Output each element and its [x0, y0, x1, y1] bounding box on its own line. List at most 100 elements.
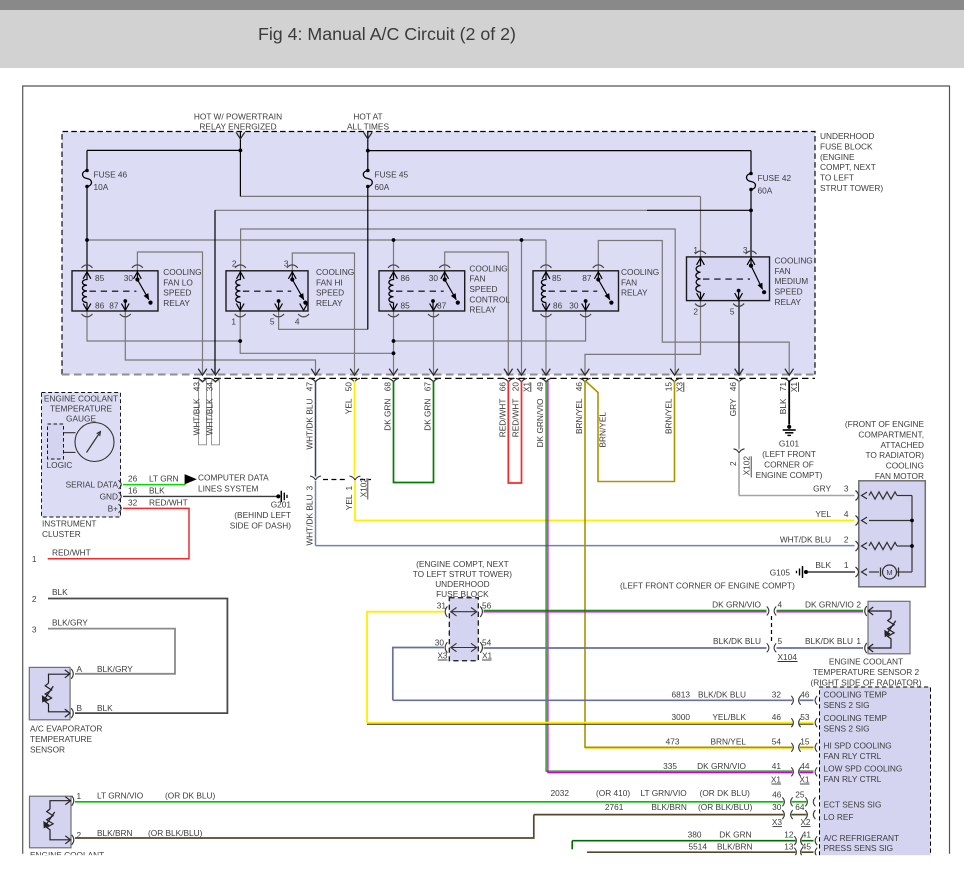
svg-text:2: 2 — [232, 259, 237, 269]
svg-text:TEMPERATURE SENSOR 2: TEMPERATURE SENSOR 2 — [813, 667, 920, 677]
svg-text:COMPUTER DATA: COMPUTER DATA — [198, 473, 269, 483]
svg-text:BLK: BLK — [52, 587, 68, 597]
svg-text:(OR DK BLU): (OR DK BLU) — [165, 791, 215, 801]
svg-text:67: 67 — [423, 382, 433, 392]
svg-text:BLK: BLK — [149, 486, 165, 496]
svg-text:FUSE 46: FUSE 46 — [94, 170, 128, 180]
svg-text:LOGIC: LOGIC — [47, 460, 73, 470]
svg-text:LOW SPD COOLING: LOW SPD COOLING — [824, 764, 903, 774]
svg-text:COOLING: COOLING — [886, 461, 924, 471]
svg-text:BLK/BRN: BLK/BRN — [717, 842, 753, 852]
svg-text:HI SPD COOLING: HI SPD COOLING — [824, 741, 892, 751]
svg-text:X1: X1 — [799, 775, 810, 785]
svg-text:(ENGINE: (ENGINE — [820, 152, 855, 162]
svg-text:G201: G201 — [271, 500, 292, 510]
svg-text:46: 46 — [574, 382, 584, 392]
svg-text:49: 49 — [535, 382, 545, 392]
svg-text:WHT/DK BLU: WHT/DK BLU — [305, 398, 315, 449]
svg-text:YEL: YEL — [344, 494, 354, 510]
svg-text:ENGINE COOLANT: ENGINE COOLANT — [829, 657, 903, 667]
svg-text:M: M — [886, 568, 892, 577]
svg-text:BRN/YEL: BRN/YEL — [598, 412, 608, 448]
svg-text:YEL: YEL — [815, 509, 831, 519]
svg-text:X3: X3 — [772, 817, 783, 827]
svg-text:FUSE BLOCK: FUSE BLOCK — [820, 141, 873, 151]
svg-text:1: 1 — [856, 636, 861, 646]
svg-text:86: 86 — [553, 301, 563, 311]
svg-text:COOLING TEMP: COOLING TEMP — [824, 690, 888, 700]
svg-text:ENGINE COMPT): ENGINE COMPT) — [756, 470, 823, 480]
svg-text:6813: 6813 — [672, 690, 691, 700]
svg-text:SENS 2 SIG: SENS 2 SIG — [824, 700, 870, 710]
svg-text:COOLING: COOLING — [316, 267, 354, 277]
svg-text:30: 30 — [429, 273, 439, 283]
svg-text:YEL: YEL — [344, 398, 354, 414]
svg-text:335: 335 — [663, 761, 677, 771]
svg-text:3: 3 — [284, 259, 289, 269]
svg-text:X2: X2 — [800, 817, 811, 827]
svg-text:X1: X1 — [521, 382, 531, 393]
svg-text:ATTACHED: ATTACHED — [881, 440, 924, 450]
svg-text:34: 34 — [205, 382, 215, 392]
svg-text:(BEHIND LEFT: (BEHIND LEFT — [234, 510, 291, 520]
svg-text:A/C EVAPORATOR: A/C EVAPORATOR — [30, 724, 102, 734]
svg-text:RED/WHT: RED/WHT — [497, 399, 507, 438]
svg-text:SPEED: SPEED — [163, 288, 191, 298]
svg-text:5: 5 — [730, 307, 735, 317]
svg-text:FAN HI: FAN HI — [316, 277, 343, 287]
svg-text:26: 26 — [128, 474, 138, 484]
svg-text:86: 86 — [95, 301, 105, 311]
svg-text:4: 4 — [844, 509, 849, 519]
svg-text:45: 45 — [802, 842, 812, 852]
svg-text:COOLING: COOLING — [775, 256, 813, 266]
svg-text:WHT/BLK: WHT/BLK — [192, 398, 202, 435]
svg-text:FAN RLY CTRL: FAN RLY CTRL — [824, 751, 882, 761]
svg-text:85: 85 — [401, 301, 411, 311]
svg-text:BLK: BLK — [97, 703, 113, 713]
svg-text:BLK: BLK — [778, 398, 788, 414]
svg-text:TO LEFT STRUT TOWER): TO LEFT STRUT TOWER) — [413, 569, 513, 579]
svg-text:86: 86 — [401, 273, 411, 283]
svg-text:43: 43 — [192, 382, 202, 392]
svg-text:CLUSTER: CLUSTER — [42, 529, 81, 539]
svg-text:SPEED: SPEED — [316, 288, 344, 298]
svg-text:13: 13 — [784, 842, 794, 852]
svg-text:87: 87 — [582, 273, 592, 283]
svg-text:2: 2 — [844, 535, 849, 545]
svg-text:85: 85 — [95, 273, 105, 283]
svg-text:DK GRN/VIO: DK GRN/VIO — [697, 761, 746, 771]
svg-text:X102: X102 — [742, 456, 752, 476]
svg-text:INSTRUMENT: INSTRUMENT — [42, 519, 96, 529]
svg-text:ECT SENS SIG: ECT SENS SIG — [824, 800, 882, 810]
svg-text:CORNER OF: CORNER OF — [764, 460, 814, 470]
svg-text:ENGINE COOLANT: ENGINE COOLANT — [44, 394, 118, 404]
svg-text:54: 54 — [772, 737, 782, 747]
svg-text:87: 87 — [109, 301, 119, 311]
svg-text:DK GRN/VIO: DK GRN/VIO — [712, 600, 761, 610]
svg-text:41: 41 — [802, 830, 812, 840]
svg-text:32: 32 — [128, 498, 138, 508]
svg-text:4: 4 — [295, 317, 300, 327]
svg-text:(LEFT FRONT CORNER OF ENGINE C: (LEFT FRONT CORNER OF ENGINE COMPT) — [620, 581, 795, 591]
svg-text:54: 54 — [482, 638, 492, 648]
svg-text:3: 3 — [844, 484, 849, 494]
svg-text:1: 1 — [844, 560, 849, 570]
svg-text:G101: G101 — [779, 439, 800, 449]
svg-text:B+: B+ — [108, 504, 119, 514]
svg-text:46: 46 — [772, 712, 782, 722]
svg-text:SERIAL DATA: SERIAL DATA — [66, 480, 119, 490]
svg-text:WHT/BLK: WHT/BLK — [205, 398, 215, 435]
svg-text:4: 4 — [778, 600, 783, 610]
svg-text:BRN/YEL: BRN/YEL — [710, 737, 746, 747]
svg-text:RED/WHT: RED/WHT — [52, 548, 91, 558]
svg-text:60A: 60A — [758, 186, 773, 196]
svg-text:STRUT TOWER): STRUT TOWER) — [820, 183, 883, 193]
svg-text:(OR BLK/BLU): (OR BLK/BLU) — [698, 802, 753, 812]
svg-text:FAN RLY CTRL: FAN RLY CTRL — [824, 774, 882, 784]
svg-text:X3: X3 — [674, 382, 684, 393]
svg-text:SPEED: SPEED — [775, 287, 803, 297]
svg-text:50: 50 — [344, 382, 354, 392]
svg-text:SIDE OF DASH): SIDE OF DASH) — [230, 521, 292, 531]
svg-text:GAUGE: GAUGE — [66, 414, 96, 424]
svg-text:UNDERHOOD: UNDERHOOD — [820, 131, 874, 141]
